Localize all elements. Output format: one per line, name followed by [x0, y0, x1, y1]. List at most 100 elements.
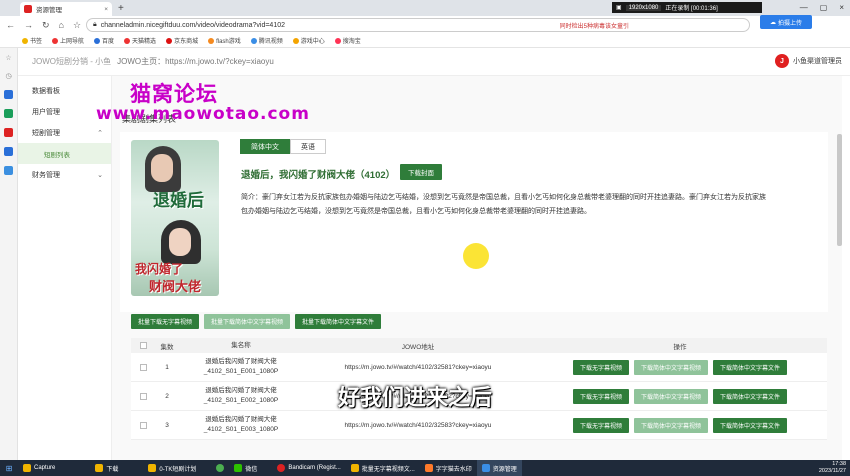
taskbar-item-resource[interactable]: 资源管理 [476, 460, 522, 476]
browser-tab[interactable]: 资源管理 × [20, 2, 112, 16]
star-icon [22, 37, 28, 44]
row-checkbox[interactable] [131, 421, 155, 429]
app-icon[interactable] [4, 109, 13, 118]
episode-name-line: _4102_S01_E003_1080P [203, 426, 279, 433]
header-url: JOWO地址 [401, 343, 435, 351]
checkbox[interactable] [139, 392, 147, 400]
app-icon[interactable] [4, 166, 13, 175]
download-chinese-subtitle-file-button[interactable]: 下载简体中文字幕文件 [713, 388, 788, 404]
home-icon[interactable]: ⌂ [59, 20, 64, 30]
episode-name-line: 退婚后我闪婚了财阀大佬 [205, 358, 277, 365]
bookmark-item[interactable]: 书签 [22, 36, 42, 45]
download-no-subtitle-button[interactable]: 下载无字幕视频 [572, 388, 629, 404]
scrollbar[interactable] [837, 134, 842, 246]
clock-icon[interactable]: ◷ [5, 72, 11, 80]
batch-actions: 批量下载无字幕视频 批量下载简体中文字幕视频 批量下载简体中文字幕文件 [131, 314, 382, 329]
close-window-icon[interactable]: × [839, 3, 844, 12]
star-icon[interactable]: ☆ [5, 54, 11, 62]
checkbox[interactable] [139, 363, 147, 371]
bookmark-item[interactable]: flash游戏 [208, 36, 241, 45]
batch-download-chinese-subtitle-video-button[interactable]: 批量下载简体中文字幕视频 [204, 314, 291, 329]
logo-icon: J [775, 54, 789, 68]
taskbar-item-batch[interactable]: 批量无字幕视频文... [346, 460, 420, 476]
batch-download-no-subtitle-button[interactable]: 批量下载无字幕视频 [131, 314, 200, 329]
recording-resolution: 1920x1080 [625, 4, 662, 11]
upload-button[interactable]: ☁ 拍摄上传 [760, 15, 812, 29]
episode-name: 退婚后我闪婚了财阀大佬 _4102_S01_E002_1080P [179, 386, 303, 406]
bookmark-icon [208, 37, 215, 44]
episode-name: 退婚后我闪婚了财阀大佬 _4102_S01_E001_1080P [179, 357, 303, 377]
bookmark-icon [334, 37, 341, 44]
app-icon[interactable] [4, 128, 13, 137]
download-chinese-subtitle-file-button[interactable]: 下载简体中文字幕文件 [713, 359, 788, 375]
table-row: 1 退婚后我闪婚了财阀大佬 _4102_S01_E001_1080P https:… [131, 353, 827, 382]
row-checkbox[interactable] [131, 392, 155, 400]
taskbar-item-wechat[interactable]: 微信 [229, 460, 262, 476]
download-chinese-subtitle-video-button[interactable]: 下载简体中文字幕视频 [633, 359, 708, 375]
episode-name-line: _4102_S01_E002_1080P [203, 397, 279, 404]
episode-number: 1 [165, 363, 169, 371]
minimize-icon[interactable]: — [800, 3, 808, 12]
taskbar-item-watermark-tool[interactable]: 字字猫去水印 [420, 460, 477, 476]
download-cover-button[interactable]: 下载封面 [400, 164, 442, 180]
close-icon[interactable]: × [104, 6, 108, 13]
star-icon[interactable]: ☆ [73, 20, 81, 31]
row-checkbox[interactable] [131, 363, 155, 371]
tab-simplified-chinese[interactable]: 简体中文 [240, 139, 290, 154]
poster-figure-face [169, 228, 191, 256]
taskbar-item-plan[interactable]: 0-TK短剧计划 [143, 460, 201, 476]
app-favicon-icon [24, 5, 32, 13]
app-home-link[interactable]: JOWO主页：https://m.jowo.tv/?ckey=xiaoyu [117, 56, 274, 67]
download-no-subtitle-button[interactable]: 下载无字幕视频 [572, 417, 629, 433]
episode-url[interactable]: https://m.jowo.tv/#/watch/4102/32581?cke… [303, 364, 533, 371]
download-chinese-subtitle-file-button[interactable]: 下载简体中文字幕文件 [713, 417, 788, 433]
user-menu[interactable]: J 小鱼渠道管理员 [775, 54, 842, 68]
windows-start-icon[interactable]: ⊞ [0, 460, 18, 476]
cursor-highlight [463, 243, 489, 269]
sidebar-item-finance[interactable]: 财务管理 ⌄ [18, 164, 111, 185]
download-chinese-subtitle-video-button[interactable]: 下载简体中文字幕视频 [633, 417, 708, 433]
sidebar-item-drama-list[interactable]: 短剧列表 [18, 143, 111, 164]
header-ops: 操作 [673, 343, 687, 351]
app-icon[interactable] [4, 147, 13, 156]
tab-english[interactable]: 英语 [290, 139, 326, 154]
download-chinese-subtitle-video-button[interactable]: 下载简体中文字幕视频 [633, 388, 708, 404]
clock-time: 17:38 [832, 461, 846, 467]
select-all-checkbox[interactable] [131, 342, 155, 349]
new-tab-button[interactable]: + [118, 3, 124, 14]
batch-download-chinese-subtitle-file-button[interactable]: 批量下载简体中文字幕文件 [295, 314, 382, 329]
drama-synopsis: 简介：豪门弃女江若为反抗家族包办婚姻与陆边乞丐结婚，没想到乞丐竟然是帝国总裁，且… [241, 194, 766, 215]
forward-icon[interactable]: → [24, 20, 33, 30]
download-no-subtitle-button[interactable]: 下载无字幕视频 [572, 359, 629, 375]
tab-title: 资源管理 [36, 7, 62, 14]
taskbar-item-browser[interactable] [211, 460, 229, 476]
taskbar-item-capture[interactable]: Capture [18, 460, 60, 476]
bookmark-item[interactable]: 京东商城 [166, 36, 198, 45]
episode-url[interactable]: https://m.jowo.tv/#/watch/4102/32583?cke… [303, 422, 533, 429]
reload-icon[interactable]: ↻ [42, 20, 50, 31]
bookmark-item[interactable]: 上网导航 [52, 36, 84, 45]
url-text: channeladmin.nicegiftduu.com/video/video… [100, 21, 285, 29]
header-name: 集名称 [231, 341, 251, 349]
checkbox[interactable] [139, 342, 147, 349]
checkbox[interactable] [139, 421, 147, 429]
taskbar-item-bandicam[interactable]: Bandicam (Regist... [272, 460, 345, 476]
url-input[interactable]: 🔒︎ channeladmin.nicegiftduu.com/video/vi… [86, 18, 750, 32]
bookmark-item[interactable]: 搜淘宝 [334, 36, 361, 45]
news-notice[interactable]: 同时检出5种病毒该女童引 [560, 21, 629, 30]
bookmark-item[interactable]: 天猫精选 [124, 36, 156, 45]
taskbar-item-downloads[interactable]: 下载 [90, 460, 123, 476]
bookmark-item[interactable]: 游戏中心 [292, 36, 325, 45]
sidebar-item-dashboard[interactable]: 数据看板 [18, 80, 111, 101]
back-icon[interactable]: ← [6, 20, 15, 30]
episode-number: 2 [165, 392, 169, 400]
bookmark-item[interactable]: 腾讯视频 [250, 36, 283, 45]
poster-figure-face [151, 154, 173, 182]
poster-title-line2: 我闪婚了 [135, 262, 184, 276]
upload-button-label: 拍摄上传 [777, 20, 802, 27]
maximize-icon[interactable]: ▢ [820, 3, 828, 12]
bookmark-item[interactable]: 百度 [94, 36, 114, 45]
app-icon[interactable] [4, 90, 13, 99]
watermark-url: www.maowotao.com [96, 104, 310, 124]
sidebar-item-dramas[interactable]: 短剧管理 ⌃ [18, 122, 111, 143]
